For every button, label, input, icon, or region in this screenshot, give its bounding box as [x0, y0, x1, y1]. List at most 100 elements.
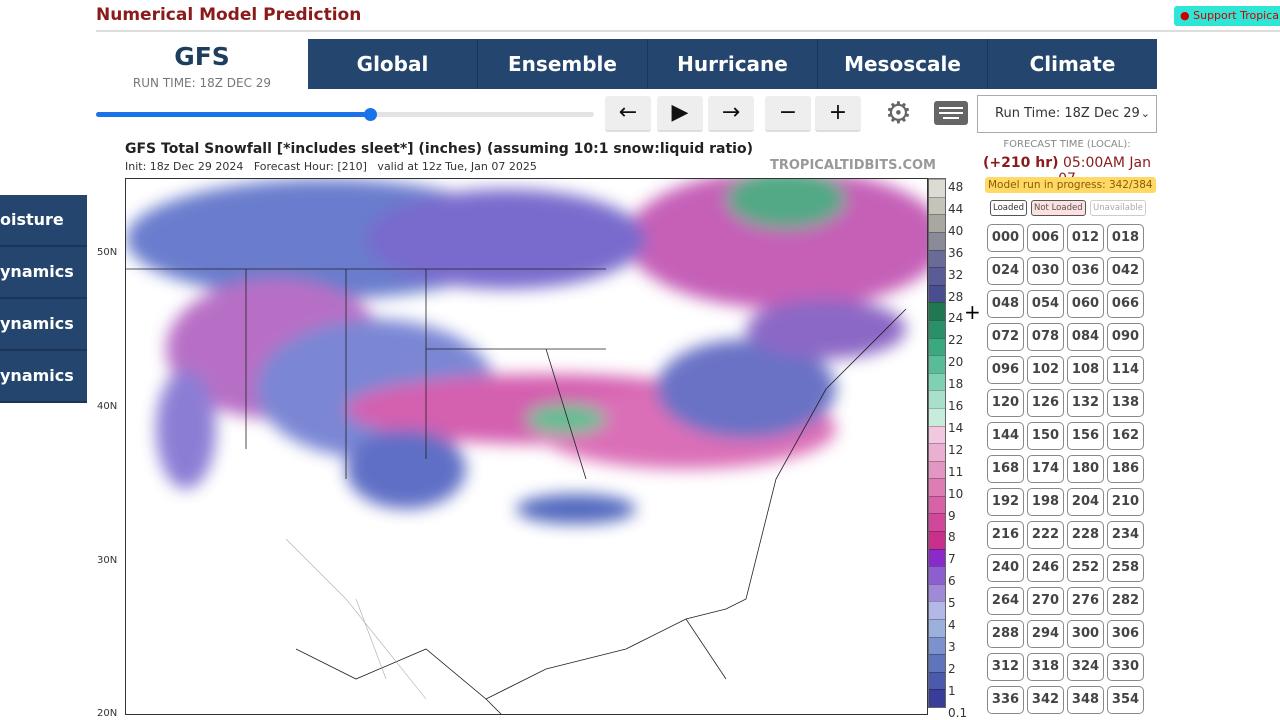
forecast-hour-button[interactable]: 042	[1107, 257, 1144, 285]
forecast-hour-button[interactable]: 006	[1027, 224, 1064, 252]
forecast-hour-button[interactable]: 174	[1027, 455, 1064, 483]
forecast-hour-button[interactable]: 114	[1107, 356, 1144, 384]
colorbar-label: 28	[948, 289, 964, 304]
forecast-hour-button[interactable]: 072	[987, 323, 1024, 351]
forecast-hour-button[interactable]: 048	[987, 290, 1024, 318]
next-button[interactable]: →	[708, 96, 754, 132]
forecast-hour-button[interactable]: 210	[1107, 488, 1144, 516]
forecast-hour-button[interactable]: 354	[1107, 686, 1144, 714]
forecast-hour-button[interactable]: 000	[987, 224, 1024, 252]
gear-icon[interactable]: ⚙	[885, 96, 912, 131]
colorbar-label: 48	[948, 180, 964, 194]
colorbar-label: 16	[948, 399, 964, 413]
zoom-out-button[interactable]: −	[765, 96, 811, 132]
sidebar-item-moisture[interactable]: oisture	[0, 195, 87, 247]
forecast-hour-button[interactable]: 204	[1067, 488, 1104, 516]
forecast-hour-button[interactable]: 054	[1027, 290, 1064, 318]
support-label: Support Tropical	[1193, 9, 1280, 22]
forecast-hour-button[interactable]: 288	[987, 620, 1024, 648]
forecast-hour-button[interactable]: 096	[987, 356, 1024, 384]
forecast-hour-button[interactable]: 180	[1067, 455, 1104, 483]
forecast-hour-button[interactable]: 246	[1027, 554, 1064, 582]
forecast-hour-button[interactable]: 234	[1107, 521, 1144, 549]
sidebar-item-dynamics-2[interactable]: ynamics	[0, 299, 87, 351]
forecast-hour-button[interactable]: 222	[1027, 521, 1064, 549]
forecast-hour-button[interactable]: 216	[987, 521, 1024, 549]
lat-label: 30N	[97, 555, 118, 566]
forecast-hour-button[interactable]: 162	[1107, 422, 1144, 450]
nav-ensemble[interactable]: Ensemble	[478, 39, 648, 89]
forecast-hour-button[interactable]: 198	[1027, 488, 1064, 516]
forecast-hour-button[interactable]: 276	[1067, 587, 1104, 615]
nav-hurricane[interactable]: Hurricane	[648, 39, 818, 89]
forecast-hour-button[interactable]: 102	[1027, 356, 1064, 384]
forecast-hour-button[interactable]: 282	[1107, 587, 1144, 615]
forecast-hour-button[interactable]: 252	[1067, 554, 1104, 582]
forecast-hour-button[interactable]: 012	[1067, 224, 1104, 252]
colorbar-label: 40	[948, 223, 964, 238]
colorbar-swatch	[929, 214, 945, 232]
forecast-hour-button[interactable]: 168	[987, 455, 1024, 483]
forecast-hour-button[interactable]: 264	[987, 587, 1024, 615]
colorbar-label: 11	[948, 464, 964, 479]
colorbar-swatch	[929, 689, 945, 707]
colorbar-label: 18	[948, 377, 964, 392]
keyboard-icon[interactable]	[934, 101, 968, 125]
colorbar-swatch	[929, 548, 945, 567]
run-time-select[interactable]: Run Time: 18Z Dec 29 ⌄	[977, 95, 1157, 133]
forecast-hour-button[interactable]: 312	[987, 653, 1024, 681]
forecast-hour-button[interactable]: 336	[987, 686, 1024, 714]
forecast-hour-button[interactable]: 138	[1107, 389, 1144, 417]
forecast-hour-button[interactable]: 324	[1067, 653, 1104, 681]
forecast-hour-button[interactable]: 108	[1067, 356, 1104, 384]
forecast-hour-button[interactable]: 144	[987, 422, 1024, 450]
colorbar-label: 10	[948, 486, 964, 501]
forecast-hour-button[interactable]: 300	[1067, 620, 1104, 648]
colorbar-label: 22	[948, 333, 964, 348]
forecast-hour-button[interactable]: 348	[1067, 686, 1104, 714]
forecast-hour-button[interactable]: 030	[1027, 257, 1064, 285]
forecast-hour-button[interactable]: 036	[1067, 257, 1104, 285]
colorbar-swatch	[929, 407, 945, 426]
model-name: GFS	[174, 42, 230, 71]
snowfall-map[interactable]	[125, 178, 928, 715]
nav-climate[interactable]: Climate	[988, 39, 1157, 89]
prev-button[interactable]: ←	[605, 96, 651, 132]
forecast-hour-button[interactable]: 024	[987, 257, 1024, 285]
lat-label: 40N	[97, 401, 118, 412]
forecast-hour-button[interactable]: 156	[1067, 422, 1104, 450]
forecast-hour-button[interactable]: 270	[1027, 587, 1064, 615]
forecast-hour-button[interactable]: 186	[1107, 455, 1144, 483]
support-button[interactable]: ● Support Tropical	[1174, 6, 1280, 26]
forecast-hour-button[interactable]: 330	[1107, 653, 1144, 681]
slider-thumb[interactable]	[363, 108, 377, 121]
forecast-hour-button[interactable]: 192	[987, 488, 1024, 516]
forecast-hour-button[interactable]: 318	[1027, 653, 1064, 681]
sidebar-item-dynamics-1[interactable]: ynamics	[0, 247, 87, 299]
colorbar-label: 8	[948, 530, 956, 545]
forecast-hour-button[interactable]: 126	[1027, 389, 1064, 417]
forecast-hour-button[interactable]: 240	[987, 554, 1024, 582]
zoom-in-button[interactable]: +	[815, 96, 861, 132]
play-button[interactable]: ▶	[657, 96, 703, 132]
forecast-hour-button[interactable]: 228	[1067, 521, 1104, 549]
forecast-hour-button[interactable]: 078	[1027, 323, 1064, 351]
forecast-hour-button[interactable]: 018	[1107, 224, 1144, 252]
sidebar-item-dynamics-3[interactable]: ynamics	[0, 351, 87, 403]
forecast-hour-button[interactable]: 258	[1107, 554, 1144, 582]
forecast-hour-button[interactable]: 132	[1067, 389, 1104, 417]
forecast-hour-button[interactable]: 084	[1067, 323, 1104, 351]
forecast-hour-button[interactable]: 066	[1107, 290, 1144, 318]
forecast-slider[interactable]	[96, 108, 594, 121]
forecast-hour-button[interactable]: 342	[1027, 686, 1064, 714]
forecast-hour-button[interactable]: 306	[1107, 620, 1144, 648]
forecast-hour-button[interactable]: 090	[1107, 323, 1144, 351]
forecast-hour-button[interactable]: 120	[987, 389, 1024, 417]
colorbar-swatch	[929, 478, 945, 496]
nav-mesoscale[interactable]: Mesoscale	[818, 39, 988, 89]
forecast-hour-button[interactable]: 150	[1027, 422, 1064, 450]
nav-global[interactable]: Global	[308, 39, 478, 89]
forecast-hour-button[interactable]: 294	[1027, 620, 1064, 648]
colorbar-swatch	[929, 249, 945, 268]
forecast-hour-button[interactable]: 060	[1067, 290, 1104, 318]
